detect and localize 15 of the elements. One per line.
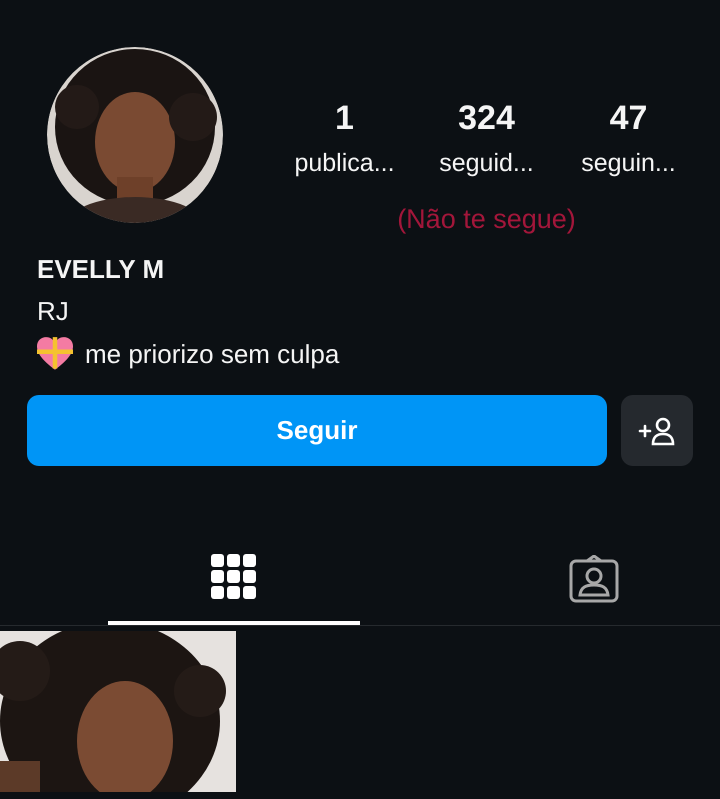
stat-count: 324 — [458, 99, 515, 137]
stat-label[interactable]: publica... — [294, 147, 395, 179]
heart-ribbon-icon — [37, 337, 73, 371]
bio-text: me priorizo sem culpa — [85, 338, 340, 370]
stat-label[interactable]: seguid... — [439, 147, 534, 179]
stat-count: 1 — [335, 99, 354, 137]
stat-count: 47 — [610, 99, 648, 137]
suggest-people-button[interactable] — [621, 395, 693, 466]
add-person-icon — [638, 416, 676, 446]
grid-icon — [211, 554, 257, 600]
follow-status: (Não te segue) — [397, 204, 576, 235]
profile-name: EVELLY M — [37, 253, 166, 285]
person-tag-icon — [569, 554, 619, 602]
profile-location: RJ — [37, 295, 70, 327]
stat-label[interactable]: seguin... — [581, 147, 676, 179]
